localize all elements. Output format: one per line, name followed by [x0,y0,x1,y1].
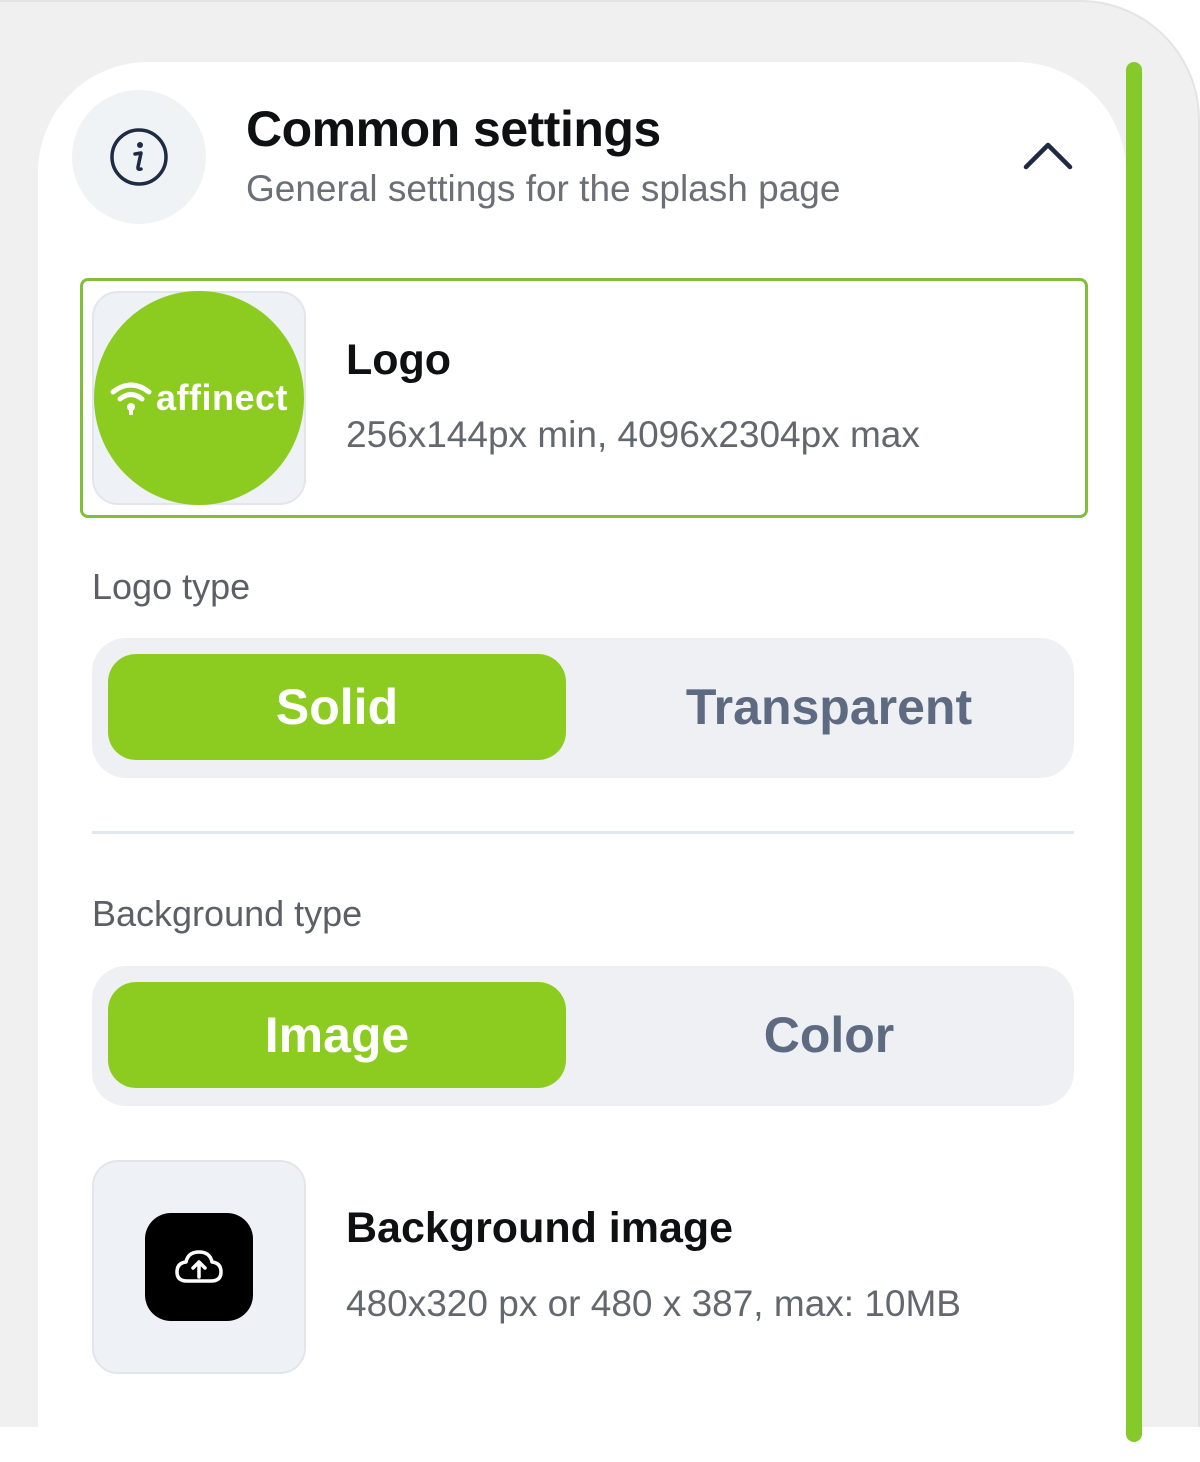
logo-type-toggle: Solid Transparent [92,638,1074,778]
divider [92,831,1074,834]
background-image-upload[interactable] [92,1160,306,1374]
background-image-description: 480x320 px or 480 x 387, max: 10MB [346,1283,961,1324]
background-type-toggle: Image Color [92,966,1074,1106]
background-type-label: Background type [92,893,363,934]
wifi-icon [110,382,152,415]
background-type-color-option[interactable]: Color [600,982,1058,1088]
logo-type-transparent-option[interactable]: Transparent [600,654,1058,760]
brand-logo-text: affinect [155,377,289,418]
section-subtitle: General settings for the splash page [246,168,841,209]
logo-thumbnail[interactable]: affinect [92,291,306,505]
info-icon [72,90,206,224]
logo-type-label: Logo type [92,566,251,607]
logo-type-solid-option[interactable]: Solid [108,654,566,760]
section-title: Common settings [246,101,661,157]
background-type-image-option[interactable]: Image [108,982,566,1088]
logo-description: 256x144px min, 4096x2304px max [346,414,920,455]
scrollbar[interactable] [1126,62,1142,1442]
brand-logo: affinect [94,291,304,505]
chevron-up-icon[interactable] [1016,130,1080,180]
logo-heading: Logo [346,336,452,384]
cloud-upload-icon [175,1250,223,1283]
background-image-heading: Background image [346,1204,734,1252]
upload-button[interactable] [145,1213,253,1321]
